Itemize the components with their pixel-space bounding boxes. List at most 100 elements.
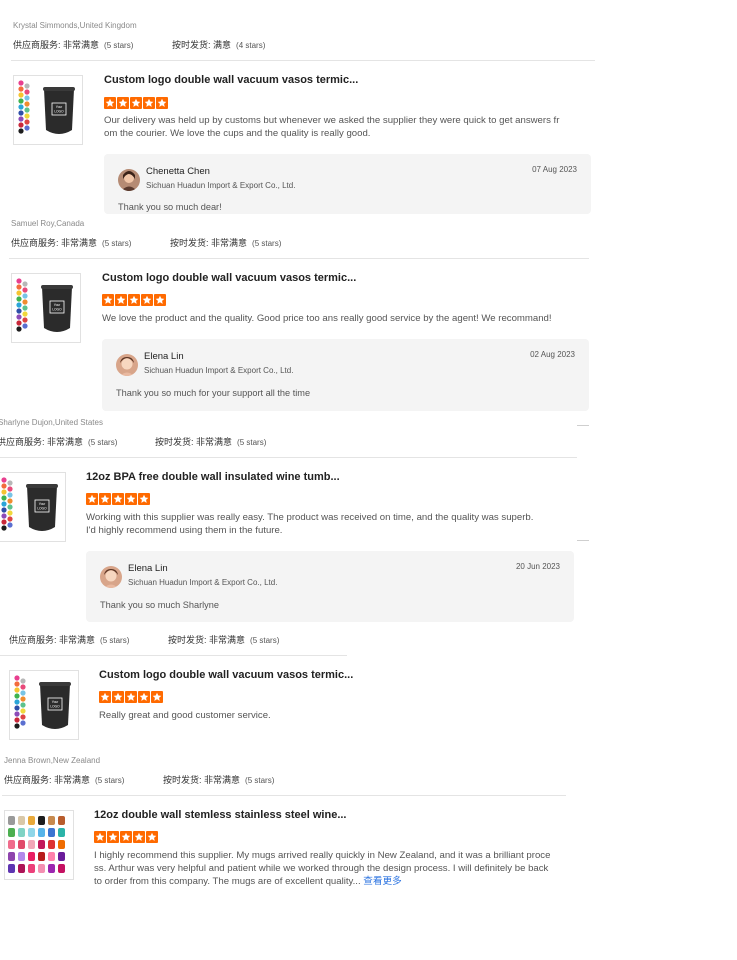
star-icon bbox=[104, 97, 116, 109]
product-title[interactable]: Custom logo double wall vacuum vasos ter… bbox=[102, 272, 356, 284]
star-icon bbox=[102, 294, 114, 306]
avatar bbox=[100, 566, 122, 588]
divider bbox=[0, 655, 347, 656]
read-more-link[interactable]: 查看更多 bbox=[363, 876, 401, 887]
shipping-label: 按时发货: bbox=[155, 437, 194, 447]
reply-company: Sichuan Huadun Import & Export Co., Ltd. bbox=[144, 366, 294, 375]
service-label: 供应商服务: bbox=[9, 635, 57, 645]
product-thumbnail[interactable] bbox=[11, 273, 81, 343]
reply-date: 02 Aug 2023 bbox=[530, 350, 575, 359]
star-rating bbox=[94, 830, 159, 842]
shipping-rating: 非常满意 bbox=[209, 635, 246, 645]
product-thumbnail[interactable] bbox=[4, 810, 74, 880]
divider bbox=[577, 540, 589, 541]
reviewer-name: Jenna Brown,New Zealand bbox=[4, 756, 101, 765]
service-label: 供应商服务: bbox=[0, 437, 45, 447]
review-comment: I highly recommend this supplier. My mug… bbox=[94, 849, 564, 888]
star-icon bbox=[99, 493, 111, 505]
reviewer-name: Krystal Simmonds,United Kingdom bbox=[13, 21, 137, 30]
product-title[interactable]: 12oz double wall stemless stainless stee… bbox=[94, 809, 347, 821]
service-label: 供应商服务: bbox=[4, 775, 52, 785]
supplier-reply: Chenetta Chen Sichuan Huadun Import & Ex… bbox=[104, 154, 591, 214]
rating-summary: 供应商服务: 非常满意 (5 stars) 按时发货: 满意 (4 stars) bbox=[13, 38, 265, 51]
star-icon bbox=[128, 294, 140, 306]
shipping-rating: 满意 bbox=[213, 40, 232, 50]
reviewer-name: Samuel Roy,Canada bbox=[11, 219, 85, 228]
reviewer-name: Sharlyne Dujon,United States bbox=[0, 418, 103, 427]
reply-text: Thank you so much for your support all t… bbox=[116, 388, 311, 398]
reply-text: Thank you so much Sharlyne bbox=[100, 600, 219, 610]
comment-line: I highly recommend this supplier. My mug… bbox=[94, 850, 551, 861]
reply-date: 07 Aug 2023 bbox=[532, 165, 577, 174]
star-icon bbox=[151, 691, 163, 703]
star-icon bbox=[112, 493, 124, 505]
reply-author: Chenetta Chen bbox=[146, 166, 210, 177]
tumbler-image-icon bbox=[10, 671, 79, 740]
rating-summary: 供应商服务: 非常满意 (5 stars) 按时发货: 非常满意 (5 stars) bbox=[4, 773, 274, 786]
rating-summary: 供应商服务: 非常满意 (5 stars) 按时发货: 非常满意 (5 stars) bbox=[9, 633, 279, 646]
star-icon bbox=[86, 493, 98, 505]
supplier-reply: Elena Lin Sichuan Huadun Import & Export… bbox=[102, 339, 589, 411]
shipping-label: 按时发货: bbox=[163, 775, 202, 785]
reply-text: Thank you so much dear! bbox=[118, 202, 222, 212]
service-stars: (5 stars) bbox=[100, 636, 130, 645]
shipping-label: 按时发货: bbox=[172, 40, 211, 50]
star-icon bbox=[141, 294, 153, 306]
rating-summary: 供应商服务: 非常满意 (5 stars) 按时发货: 非常满意 (5 stars) bbox=[0, 435, 266, 448]
shipping-stars: (5 stars) bbox=[245, 776, 275, 785]
shipping-rating: 非常满意 bbox=[204, 775, 241, 785]
reply-company: Sichuan Huadun Import & Export Co., Ltd. bbox=[128, 578, 278, 587]
rating-summary: 供应商服务: 非常满意 (5 stars) 按时发货: 非常满意 (5 stars) bbox=[11, 236, 281, 249]
star-icon bbox=[138, 493, 150, 505]
star-icon bbox=[125, 493, 137, 505]
service-rating: 非常满意 bbox=[61, 238, 98, 248]
service-label: 供应商服务: bbox=[13, 40, 61, 50]
service-label: 供应商服务: bbox=[11, 238, 59, 248]
comment-line: Working with this supplier was really ea… bbox=[86, 512, 534, 523]
supplier-reply: Elena Lin Sichuan Huadun Import & Export… bbox=[86, 551, 574, 622]
star-icon bbox=[146, 831, 158, 843]
star-icon bbox=[143, 97, 155, 109]
shipping-stars: (5 stars) bbox=[250, 636, 280, 645]
shipping-rating: 非常满意 bbox=[211, 238, 248, 248]
product-thumbnail[interactable] bbox=[9, 670, 79, 740]
review-comment: Our delivery was held up by customs but … bbox=[104, 114, 574, 140]
comment-line: I'd highly recommend using them in the f… bbox=[86, 525, 283, 536]
shipping-stars: (4 stars) bbox=[236, 41, 266, 50]
tumbler-image-icon bbox=[14, 76, 83, 145]
service-rating: 非常满意 bbox=[63, 40, 100, 50]
product-title[interactable]: Custom logo double wall vacuum vasos ter… bbox=[99, 669, 353, 681]
star-icon bbox=[112, 691, 124, 703]
product-title[interactable]: 12oz BPA free double wall insulated wine… bbox=[86, 471, 340, 483]
star-icon bbox=[125, 691, 137, 703]
star-icon bbox=[115, 294, 127, 306]
product-title[interactable]: Custom logo double wall vacuum vasos ter… bbox=[104, 74, 358, 86]
tumbler-image-icon bbox=[12, 274, 81, 343]
shipping-stars: (5 stars) bbox=[237, 438, 267, 447]
star-icon bbox=[107, 831, 119, 843]
comment-line: om the courier. We love the cups and the… bbox=[104, 128, 371, 139]
product-thumbnail[interactable] bbox=[0, 472, 66, 542]
product-thumbnail[interactable] bbox=[13, 75, 83, 145]
tumbler-grid-image-icon bbox=[5, 811, 74, 880]
reply-company: Sichuan Huadun Import & Export Co., Ltd. bbox=[146, 181, 296, 190]
shipping-stars: (5 stars) bbox=[252, 239, 282, 248]
divider bbox=[577, 425, 589, 426]
star-icon bbox=[154, 294, 166, 306]
reply-date: 20 Jun 2023 bbox=[515, 562, 560, 571]
review-comment: Working with this supplier was really ea… bbox=[86, 511, 556, 537]
star-rating bbox=[104, 96, 169, 108]
star-icon bbox=[117, 97, 129, 109]
avatar bbox=[116, 354, 138, 376]
star-icon bbox=[130, 97, 142, 109]
shipping-label: 按时发货: bbox=[170, 238, 209, 248]
comment-line: ss. Arthur was very helpful and patient … bbox=[94, 863, 549, 874]
service-rating: 非常满意 bbox=[54, 775, 91, 785]
shipping-rating: 非常满意 bbox=[196, 437, 233, 447]
comment-line: We love the product and the quality. Goo… bbox=[102, 313, 552, 324]
reply-author: Elena Lin bbox=[128, 563, 168, 574]
star-icon bbox=[120, 831, 132, 843]
divider bbox=[9, 258, 589, 259]
review-comment: We love the product and the quality. Goo… bbox=[102, 312, 582, 325]
divider bbox=[2, 795, 566, 796]
